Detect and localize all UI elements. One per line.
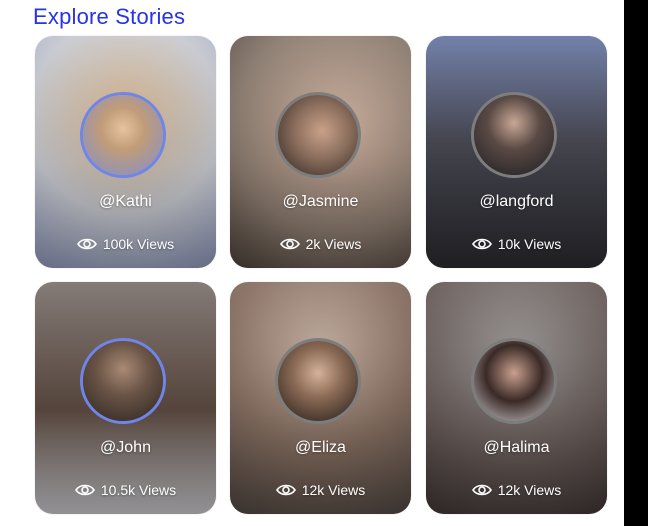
story-handle: @Kathi — [99, 193, 152, 210]
story-views: 10k Views — [426, 236, 607, 252]
story-avatar[interactable] — [80, 338, 166, 424]
story-avatar[interactable] — [275, 338, 361, 424]
story-handle: @Eliza — [295, 439, 346, 456]
explore-stories-panel: Explore Stories @Kathi 100k Views @Jasmi… — [0, 0, 624, 526]
story-views-label: 100k Views — [102, 236, 175, 252]
story-views: 12k Views — [426, 482, 607, 498]
story-avatar[interactable] — [471, 338, 557, 424]
story-handle: @langford — [479, 193, 554, 210]
story-card-halima[interactable]: @Halima 12k Views — [426, 282, 607, 514]
eye-icon — [471, 484, 492, 496]
avatar-photo — [474, 341, 554, 421]
eye-icon — [279, 238, 300, 250]
story-card-eliza[interactable]: @Eliza 12k Views — [230, 282, 411, 514]
eye-icon — [275, 484, 296, 496]
story-card-jasmine[interactable]: @Jasmine 2k Views — [230, 36, 411, 268]
story-handle: @Jasmine — [282, 193, 359, 210]
story-avatar[interactable] — [80, 92, 166, 178]
story-views-label: 10k Views — [497, 236, 562, 252]
story-handle: @John — [100, 439, 151, 456]
story-views-label: 2k Views — [305, 236, 362, 252]
story-views-label: 10.5k Views — [100, 482, 177, 498]
story-avatar[interactable] — [471, 92, 557, 178]
story-views-label: 12k Views — [301, 482, 366, 498]
story-views: 12k Views — [230, 482, 411, 498]
story-card-kathi[interactable]: @Kathi 100k Views — [35, 36, 216, 268]
eye-icon — [471, 238, 492, 250]
story-card-john[interactable]: @John 10.5k Views — [35, 282, 216, 514]
story-views: 100k Views — [35, 236, 216, 252]
avatar-photo — [83, 95, 163, 175]
story-views-label: 12k Views — [497, 482, 562, 498]
story-avatar[interactable] — [275, 92, 361, 178]
story-card-langford[interactable]: @langford 10k Views — [426, 36, 607, 268]
eye-icon — [76, 238, 97, 250]
eye-icon — [74, 484, 95, 496]
avatar-photo — [474, 95, 554, 175]
avatar-photo — [278, 95, 358, 175]
avatar-photo — [278, 341, 358, 421]
story-views: 2k Views — [230, 236, 411, 252]
page-title: Explore Stories — [33, 4, 186, 29]
story-views: 10.5k Views — [35, 482, 216, 498]
story-handle: @Halima — [483, 439, 550, 456]
avatar-photo — [83, 341, 163, 421]
